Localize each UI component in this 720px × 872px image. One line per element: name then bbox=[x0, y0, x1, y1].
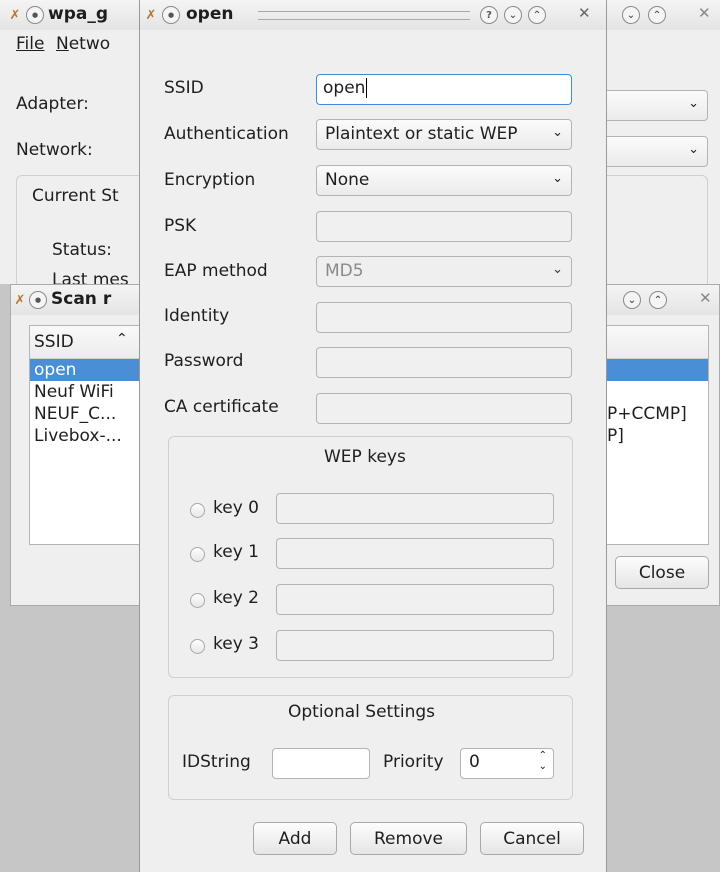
network-label: Network: bbox=[16, 140, 93, 160]
priority-spinbox[interactable]: 0 ⌃ ⌄ bbox=[460, 748, 554, 779]
add-button[interactable]: Add bbox=[253, 822, 337, 855]
password-label: Password bbox=[164, 351, 244, 371]
maximize-icon[interactable]: ⌃ bbox=[649, 291, 667, 309]
chevron-down-icon: ⌄ bbox=[552, 125, 563, 140]
authentication-select[interactable]: Plaintext or static WEP ⌄ bbox=[316, 119, 572, 150]
maximize-icon[interactable]: ⌃ bbox=[648, 6, 666, 24]
dialog-title: open bbox=[186, 4, 234, 24]
sticky-icon[interactable]: ● bbox=[26, 6, 44, 24]
menu-network[interactable]: Netwo bbox=[56, 34, 110, 54]
key0-field[interactable] bbox=[276, 493, 554, 524]
last-message-label: Last mes bbox=[52, 270, 129, 284]
menu-file[interactable]: File bbox=[16, 34, 44, 54]
idstring-field[interactable] bbox=[272, 748, 370, 779]
eap-method-select[interactable]: MD5 ⌄ bbox=[316, 256, 572, 287]
identity-field[interactable] bbox=[316, 302, 572, 333]
key0-radio[interactable] bbox=[190, 503, 205, 518]
close-icon[interactable]: ✕ bbox=[698, 4, 711, 22]
title-bar-lines bbox=[258, 11, 470, 20]
app-x-icon: ✗ bbox=[14, 292, 26, 308]
minimize-icon[interactable]: ⌄ bbox=[623, 291, 641, 309]
minimize-icon[interactable]: ⌄ bbox=[622, 6, 640, 24]
chevron-down-icon: ⌄ bbox=[688, 96, 699, 111]
app-x-icon: ✗ bbox=[9, 7, 21, 23]
key0-label[interactable]: key 0 bbox=[213, 498, 259, 518]
adapter-select[interactable]: ⌄ bbox=[590, 90, 708, 121]
adapter-label: Adapter: bbox=[16, 94, 89, 114]
authentication-label: Authentication bbox=[164, 124, 289, 144]
help-icon[interactable]: ? bbox=[480, 6, 498, 24]
row-ssid: NEUF_C... bbox=[34, 404, 117, 424]
key3-radio[interactable] bbox=[190, 639, 205, 654]
status-label: Status: bbox=[52, 240, 112, 260]
chevron-down-icon: ⌄ bbox=[552, 262, 563, 277]
dialog-titlebar[interactable]: ✗ ● open ? ⌄ ⌃ ✕ bbox=[140, 0, 606, 30]
encryption-label: Encryption bbox=[164, 170, 256, 190]
row-ssid: Livebox-... bbox=[34, 426, 122, 446]
network-select[interactable]: ⌄ bbox=[590, 136, 708, 167]
cancel-button[interactable]: Cancel bbox=[480, 822, 584, 855]
row-ssid: Neuf WiFi bbox=[34, 382, 114, 402]
column-ssid: SSID bbox=[34, 332, 74, 352]
key2-label[interactable]: key 2 bbox=[213, 588, 259, 608]
network-dialog: ✗ ● open ? ⌄ ⌃ ✕ SSID open Authenticatio… bbox=[139, 0, 607, 872]
key2-field[interactable] bbox=[276, 584, 554, 615]
sort-up-icon: ⌃ bbox=[116, 331, 128, 347]
idstring-label: IDString bbox=[182, 752, 251, 772]
key3-label[interactable]: key 3 bbox=[213, 634, 259, 654]
sticky-icon[interactable]: ● bbox=[162, 6, 180, 24]
maximize-icon[interactable]: ⌃ bbox=[528, 6, 546, 24]
password-field[interactable] bbox=[316, 347, 572, 378]
main-title: wpa_g bbox=[48, 4, 109, 24]
encryption-select[interactable]: None ⌄ bbox=[316, 165, 572, 196]
wep-keys-title: WEP keys bbox=[324, 447, 406, 467]
eap-method-label: EAP method bbox=[164, 261, 268, 281]
key1-label[interactable]: key 1 bbox=[213, 542, 259, 562]
psk-label: PSK bbox=[164, 216, 197, 236]
row-ssid: open bbox=[34, 360, 77, 380]
current-status-label: Current St bbox=[32, 186, 119, 206]
remove-button[interactable]: Remove bbox=[350, 822, 467, 855]
ssid-field[interactable]: open bbox=[316, 74, 572, 105]
chevron-down-icon: ⌄ bbox=[688, 142, 699, 157]
app-x-icon: ✗ bbox=[145, 7, 157, 23]
close-icon[interactable]: ✕ bbox=[699, 289, 712, 307]
scan-title: Scan r bbox=[51, 289, 112, 309]
close-icon[interactable]: ✕ bbox=[578, 4, 591, 22]
text-cursor bbox=[366, 78, 368, 98]
ca-certificate-label: CA certificate bbox=[164, 397, 279, 417]
sticky-icon[interactable]: ● bbox=[29, 291, 47, 309]
key1-field[interactable] bbox=[276, 538, 554, 569]
chevron-down-icon: ⌄ bbox=[552, 171, 563, 186]
key3-field[interactable] bbox=[276, 630, 554, 661]
ssid-label: SSID bbox=[164, 78, 204, 98]
spin-arrows-icon[interactable]: ⌃ ⌄ bbox=[539, 750, 547, 772]
key2-radio[interactable] bbox=[190, 593, 205, 608]
key1-radio[interactable] bbox=[190, 547, 205, 562]
identity-label: Identity bbox=[164, 306, 230, 326]
psk-field[interactable] bbox=[316, 211, 572, 242]
ca-certificate-field[interactable] bbox=[316, 393, 572, 424]
optional-settings-title: Optional Settings bbox=[288, 702, 436, 722]
minimize-icon[interactable]: ⌄ bbox=[504, 6, 522, 24]
row-flags: IP+CCMP] bbox=[602, 404, 687, 424]
close-button[interactable]: Close bbox=[615, 556, 709, 589]
priority-label: Priority bbox=[383, 752, 444, 772]
